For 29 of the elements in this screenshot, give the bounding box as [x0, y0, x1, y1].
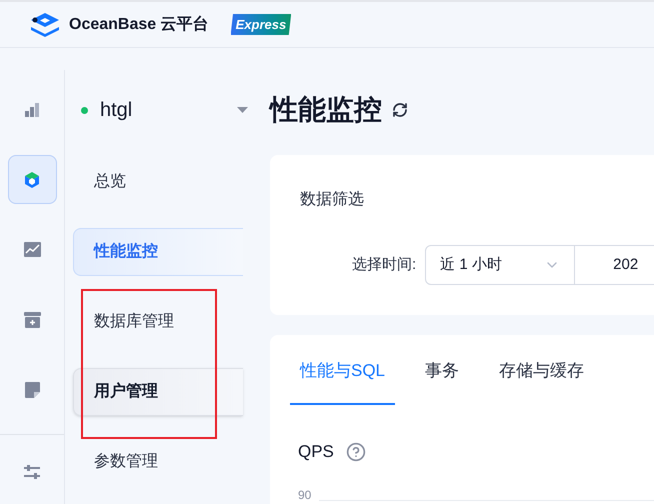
bar-chart-icon	[24, 102, 40, 118]
sidebar-icon-button[interactable]	[8, 155, 56, 204]
add-box-icon	[24, 312, 40, 328]
page-title: 性能监控	[270, 93, 382, 127]
sliders-icon	[23, 464, 41, 480]
tab[interactable]: 存储与缓存	[489, 335, 594, 405]
filter-title: 数据筛选	[300, 190, 365, 210]
logo-icon	[29, 12, 61, 38]
note-icon	[24, 382, 40, 398]
tab[interactable]: 事务	[415, 335, 470, 405]
nav-item[interactable]: 总览	[73, 158, 243, 206]
qps-title: QPS	[298, 441, 334, 463]
time-label: 选择时间:	[352, 254, 416, 275]
refresh-icon[interactable]	[392, 102, 408, 118]
tab[interactable]: 性能与SQL	[290, 335, 396, 405]
help-icon[interactable]	[346, 442, 366, 462]
line-chart-icon	[24, 242, 40, 257]
start-time-field[interactable]: 202	[575, 245, 654, 285]
dropdown-caret-icon	[237, 107, 248, 113]
axis-label: 90	[298, 488, 312, 500]
brand-name: OceanBase 云平台	[69, 14, 209, 34]
instance-name: htgl	[100, 98, 132, 123]
nav-item[interactable]: 数据库管理	[73, 298, 243, 346]
time-range-select[interactable]: 近 1 小时	[425, 245, 576, 285]
cube-icon	[23, 170, 41, 188]
edition-badge: Express	[230, 14, 292, 36]
nav-item[interactable]: 参数管理	[73, 438, 243, 486]
nav-item[interactable]: 性能监控	[73, 228, 243, 276]
nav-item[interactable]: 用户管理	[73, 368, 243, 416]
